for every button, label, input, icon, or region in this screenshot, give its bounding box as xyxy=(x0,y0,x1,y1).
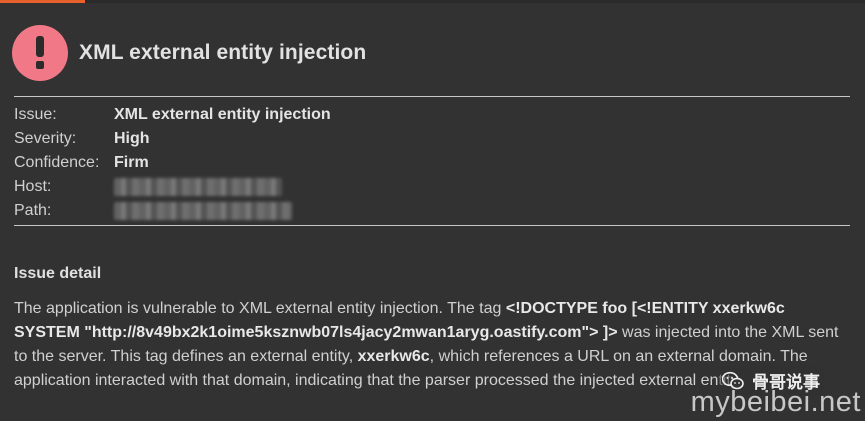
severity-value: High xyxy=(114,130,150,147)
divider-top xyxy=(14,96,850,97)
severity-label: Severity: xyxy=(14,130,77,147)
confidence-value: Firm xyxy=(114,154,149,171)
issue-label: Issue: xyxy=(14,106,57,123)
issue-details-table: Issue: XML external entity injection Sev… xyxy=(14,103,331,223)
issue-value: XML external entity injection xyxy=(114,106,331,123)
divider-bottom xyxy=(14,225,850,226)
issue-title: XML external entity injection xyxy=(79,41,367,64)
detail-row-confidence: Confidence: Firm xyxy=(14,151,331,175)
host-value-redacted xyxy=(114,178,282,196)
tab-bar xyxy=(0,0,865,3)
active-tab-indicator[interactable] xyxy=(0,0,85,3)
entity-name: xxerkw6c xyxy=(357,348,430,365)
detail-row-severity: Severity: High xyxy=(14,127,331,151)
detail-row-issue: Issue: XML external entity injection xyxy=(14,103,331,127)
path-label: Path: xyxy=(14,202,52,219)
path-value-redacted xyxy=(114,202,292,220)
host-label: Host: xyxy=(14,178,52,195)
detail-row-path: Path: xyxy=(14,199,331,223)
exclamation-icon xyxy=(12,25,68,81)
issue-detail-heading: Issue detail xyxy=(14,265,102,282)
site-watermark: mybeibei.net xyxy=(690,386,861,418)
confidence-label: Confidence: xyxy=(14,154,100,171)
detail-row-host: Host: xyxy=(14,175,331,199)
detail-text-part: The application is vulnerable to XML ext… xyxy=(14,300,506,317)
issue-header: XML external entity injection xyxy=(12,25,366,81)
